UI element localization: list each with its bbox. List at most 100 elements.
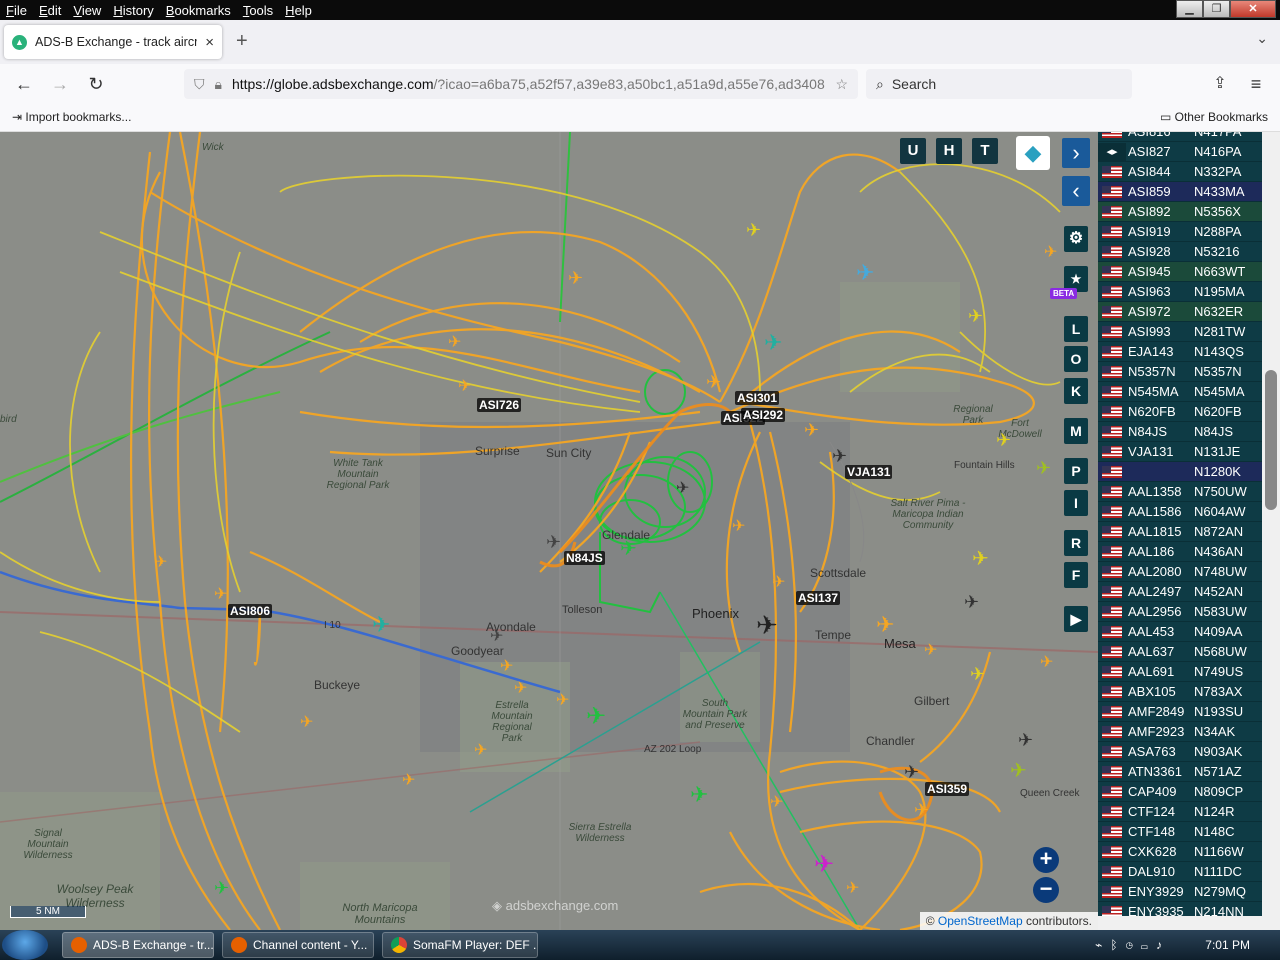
aircraft-icon[interactable]: ✈ (1018, 730, 1033, 751)
aircraft-icon[interactable]: ✈ (814, 850, 834, 879)
aircraft-list-row[interactable]: ENY3935 N214NN (1098, 902, 1262, 916)
aircraft-icon[interactable]: ✈ (620, 536, 637, 561)
aircraft-list-row[interactable]: ASI816N417PA (1098, 132, 1262, 142)
aircraft-label-vja131[interactable]: VJA131 (845, 465, 893, 479)
reload-button[interactable]: ↻ (84, 72, 108, 96)
tab-adsb-exchange[interactable]: ▲ ADS-B Exchange - track aircraft × (4, 25, 222, 59)
system-tray[interactable]: ⌁ᛒ◷▭♪ (1095, 938, 1170, 952)
aircraft-list-row[interactable]: AAL637 N568UW (1098, 642, 1262, 662)
aircraft-list-row[interactable]: CAP409 N809CP (1098, 782, 1262, 802)
app-menu-hamburger-icon[interactable]: ≡ (1244, 72, 1268, 96)
table-column-toggle-icon[interactable]: ◂▸ (1098, 143, 1126, 161)
aircraft-list-row[interactable]: AMF2849 N193SU (1098, 702, 1262, 722)
layers-icon[interactable]: ◆ (1016, 136, 1050, 170)
aircraft-list-row[interactable]: ASI892 N5356X (1098, 202, 1262, 222)
aircraft-icon[interactable]: ✈ (772, 572, 785, 592)
aircraft-icon[interactable]: ✈ (500, 656, 513, 676)
aircraft-icon[interactable]: ✈ (856, 260, 874, 286)
aircraft-label-asi359[interactable]: ASI359 (925, 782, 970, 796)
aircraft-list-row[interactable]: AAL691 N749US (1098, 662, 1262, 682)
aircraft-icon[interactable]: ✈ (756, 610, 778, 641)
lock-icon[interactable]: 🔒︎ (215, 76, 222, 93)
extensions-icon[interactable]: ⇪ (1208, 72, 1232, 96)
aircraft-icon[interactable]: ✈ (770, 792, 783, 812)
search-bar[interactable]: ⌕ Search (866, 69, 1132, 99)
aircraft-icon[interactable]: ✈ (732, 516, 745, 536)
aircraft-label-asi301[interactable]: ASI301 (735, 391, 780, 405)
aircraft-icon[interactable]: ✈ (968, 306, 983, 327)
map-view[interactable]: Surprise Sun City Glendale Phoenix Tolle… (0, 132, 1098, 930)
maximize-button[interactable]: ❐ (1203, 0, 1230, 18)
aircraft-list-row[interactable]: AAL1358 N750UW (1098, 482, 1262, 502)
aircraft-list-row[interactable]: ATN3361 N571AZ (1098, 762, 1262, 782)
aircraft-list-row[interactable]: ASI844 N332PA (1098, 162, 1262, 182)
toggle-units-button[interactable]: U (900, 138, 926, 164)
close-window-button[interactable]: ✕ (1230, 0, 1276, 18)
aircraft-icon[interactable]: ✈ (846, 878, 859, 898)
aircraft-icon[interactable]: ✈ (690, 782, 708, 808)
aircraft-list-row[interactable]: ASI993 N281TW (1098, 322, 1262, 342)
aircraft-list-row[interactable]: N1280K (1098, 462, 1262, 482)
toggle-o-button[interactable]: O (1064, 346, 1088, 372)
aircraft-list-row[interactable]: AAL1586 N604AW (1098, 502, 1262, 522)
aircraft-list-row[interactable]: N84JS N84JS (1098, 422, 1262, 442)
aircraft-icon[interactable]: ✈ (924, 640, 937, 660)
aircraft-list-row[interactable]: AAL2956 N583UW (1098, 602, 1262, 622)
aircraft-label-asi292[interactable]: ASI292 (741, 408, 786, 422)
toggle-i-button[interactable]: I (1064, 490, 1088, 516)
aircraft-list-row[interactable]: AAL2080 N748UW (1098, 562, 1262, 582)
taskbar-item-somafm[interactable]: SomaFM Player: DEF ... (382, 932, 538, 958)
aircraft-list-row[interactable]: AAL453 N409AA (1098, 622, 1262, 642)
back-button[interactable]: ← (12, 72, 36, 96)
menu-bookmarks[interactable]: Bookmarks (160, 3, 237, 18)
bluetooth-icon[interactable]: ᛒ (1110, 938, 1125, 952)
menu-view[interactable]: View (67, 3, 107, 18)
aircraft-icon[interactable]: ✈ (1036, 458, 1051, 479)
clock-tray-icon[interactable]: ◷ (1126, 938, 1141, 952)
url-bar[interactable]: ⛉ 🔒︎ https://globe.adsbexchange.com/?ica… (184, 69, 858, 99)
menu-help[interactable]: Help (279, 3, 318, 18)
tab-close-button[interactable]: × (205, 34, 214, 51)
tracking-protection-shield-icon[interactable]: ⛉ (194, 76, 205, 93)
menu-file[interactable]: File (0, 3, 33, 18)
import-bookmarks-link[interactable]: ⇥ Import bookmarks... (12, 110, 131, 124)
aircraft-icon[interactable]: ✈ (996, 430, 1011, 451)
other-bookmarks-folder[interactable]: ▭ Other Bookmarks (1160, 110, 1268, 124)
toggle-tracks-button[interactable]: T (972, 138, 998, 164)
aircraft-icon[interactable]: ✈ (972, 546, 989, 571)
aircraft-icon[interactable]: ✈ (1040, 652, 1053, 672)
scrollbar-thumb[interactable] (1265, 370, 1277, 510)
aircraft-icon[interactable]: ✈ (490, 626, 503, 646)
taskbar-clock[interactable]: 7:01 PM (1205, 938, 1250, 952)
network-icon[interactable]: ⌁ (1095, 938, 1110, 952)
bookmark-star-icon[interactable]: ☆ (835, 76, 848, 93)
aircraft-icon[interactable]: ✈ (154, 552, 167, 572)
aircraft-icon[interactable]: ✈ (1010, 758, 1027, 783)
aircraft-icon[interactable]: ✈ (904, 762, 919, 783)
aircraft-list-row[interactable]: AAL2497 N452AN (1098, 582, 1262, 602)
aircraft-icon[interactable]: ✈ (832, 446, 847, 467)
settings-gear-icon[interactable]: ⚙ (1064, 226, 1088, 252)
aircraft-list-row[interactable]: ASI859 N433MA (1098, 182, 1262, 202)
aircraft-list-row[interactable]: ASI963 N195MA (1098, 282, 1262, 302)
toggle-heatmap-button[interactable]: H (936, 138, 962, 164)
aircraft-label-asi137[interactable]: ASI137 (796, 591, 841, 605)
aircraft-list-row[interactable]: N5357N N5357N (1098, 362, 1262, 382)
toggle-f-button[interactable]: F (1064, 562, 1088, 588)
taskbar-item-adsb[interactable]: ADS-B Exchange - tr... (62, 932, 214, 958)
aircraft-list-row[interactable]: DAL910 N111DC (1098, 862, 1262, 882)
aircraft-icon[interactable]: ✈ (214, 584, 227, 604)
aircraft-icon[interactable]: ✈ (764, 330, 782, 356)
aircraft-icon[interactable]: ✈ (586, 702, 606, 731)
aircraft-label-asi726[interactable]: ASI726 (477, 398, 522, 412)
menu-edit[interactable]: Edit (33, 3, 67, 18)
aircraft-icon[interactable]: ✈ (706, 372, 721, 393)
aircraft-icon[interactable]: ✈ (804, 420, 819, 441)
aircraft-icon[interactable]: ✈ (876, 612, 894, 638)
aircraft-icon[interactable]: ✈ (214, 878, 229, 899)
zoom-out-button[interactable]: − (1033, 877, 1059, 903)
aircraft-icon[interactable]: ✈ (514, 678, 527, 698)
new-tab-button[interactable]: + (236, 30, 248, 53)
aircraft-icon[interactable]: ✈ (970, 664, 985, 685)
aircraft-icon[interactable]: ✈ (546, 532, 561, 553)
